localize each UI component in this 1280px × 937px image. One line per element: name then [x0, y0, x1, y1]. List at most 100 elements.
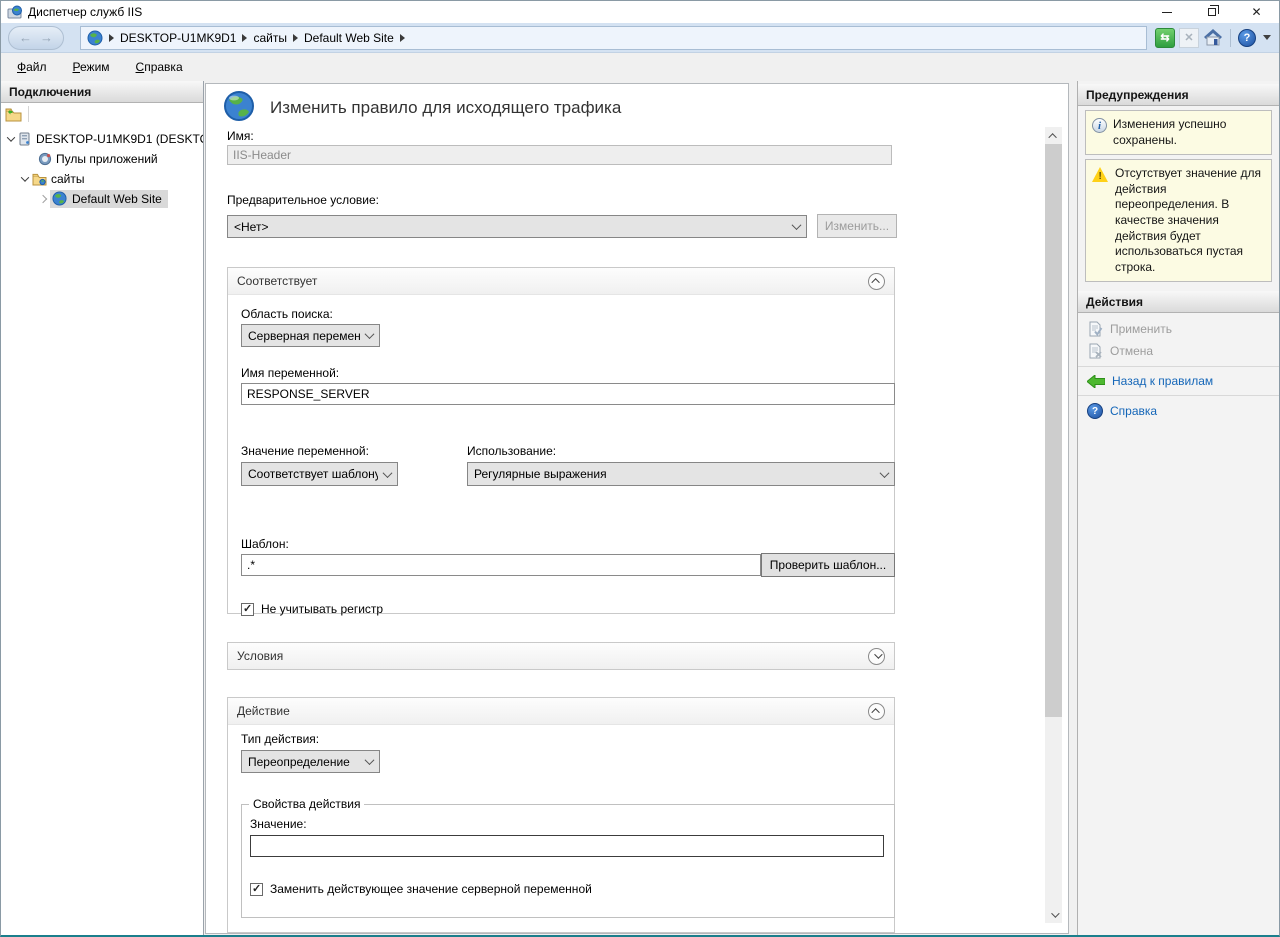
apply-action: Применить	[1078, 318, 1279, 340]
home-button[interactable]	[1203, 28, 1223, 48]
pattern-input[interactable]	[241, 554, 761, 576]
save-connections-icon[interactable]	[5, 107, 22, 122]
chevron-up-icon	[871, 278, 879, 286]
match-section: Соответствует Область поиска: Серверная …	[227, 267, 895, 614]
stop-button[interactable]: ✕	[1179, 28, 1199, 48]
back-arrow-icon	[1087, 375, 1105, 388]
chevron-down-icon	[880, 468, 890, 478]
page-title: Изменить правило для исходящего трафика	[270, 98, 621, 118]
vertical-scrollbar[interactable]	[1045, 127, 1062, 923]
refresh-button[interactable]: ⇆	[1155, 28, 1175, 48]
close-button[interactable]: ✕	[1234, 1, 1279, 23]
replace-value-checkbox[interactable]	[250, 883, 263, 896]
help-action[interactable]: ? Справка	[1078, 400, 1279, 422]
minimize-icon	[1162, 12, 1172, 13]
info-alert: i Изменения успешно сохранены.	[1085, 110, 1272, 155]
action-properties-group: Свойства действия Значение: Заменить дей…	[241, 804, 895, 918]
address-bar[interactable]: DESKTOP-U1MK9D1 сайты Default Web Site	[80, 26, 1147, 50]
cancel-action: Отмена	[1078, 340, 1279, 362]
chevron-down-icon	[365, 755, 375, 765]
ignore-case-checkbox[interactable]	[241, 603, 254, 616]
variable-name-label: Имя переменной:	[241, 366, 339, 380]
breadcrumb-server[interactable]: DESKTOP-U1MK9D1	[120, 31, 236, 45]
breadcrumb-sites[interactable]: сайты	[253, 31, 287, 45]
actions-header: Действия	[1078, 291, 1279, 313]
action-section-header[interactable]: Действие	[228, 698, 894, 725]
toolbar-separator	[28, 106, 29, 122]
action-type-label: Тип действия:	[241, 732, 319, 746]
menu-bar: Файл Режим Справка	[1, 53, 1279, 81]
scrollbar-thumb[interactable]	[1045, 144, 1062, 717]
tree-item-label: Default Web Site	[72, 192, 162, 206]
tree-item-label: Пулы приложений	[56, 152, 158, 166]
conditions-section-header[interactable]: Условия	[228, 643, 894, 669]
connections-toolbar	[1, 103, 203, 125]
actions-separator	[1078, 395, 1279, 396]
chevron-up-icon	[871, 708, 879, 716]
forward-button[interactable]: →	[40, 31, 53, 44]
test-pattern-button[interactable]: Проверить шаблон...	[761, 553, 895, 577]
menu-file[interactable]: Файл	[17, 60, 47, 74]
restore-button[interactable]	[1189, 1, 1234, 23]
actions-separator	[1078, 366, 1279, 367]
breadcrumb-default-web-site[interactable]: Default Web Site	[304, 31, 394, 45]
edit-outbound-rule-panel: Изменить правило для исходящего трафика …	[205, 83, 1069, 934]
title-bar[interactable]: Диспетчер служб IIS ✕	[1, 1, 1279, 23]
expand-toggle-button[interactable]	[868, 648, 885, 665]
expander-open-icon[interactable]	[7, 133, 15, 141]
apply-icon	[1087, 321, 1103, 337]
expander-closed-icon[interactable]	[39, 195, 47, 203]
breadcrumb-arrow-icon[interactable]	[241, 34, 248, 42]
tree-item-default-web-site[interactable]: Default Web Site	[1, 189, 203, 209]
replace-value-row: Заменить действующее значение серверной …	[250, 882, 592, 896]
action-type-select[interactable]: Переопределение	[241, 750, 380, 773]
collapse-toggle-button[interactable]	[868, 273, 885, 290]
action-section: Действие Тип действия: Переопределение С…	[227, 697, 895, 933]
action-label: Отмена	[1110, 344, 1153, 358]
actions-list: Применить Отмена Назад к правилам	[1078, 313, 1279, 422]
sites-folder-icon	[32, 173, 47, 186]
tree-item-sites[interactable]: сайты	[1, 169, 203, 189]
selected-tree-item[interactable]: Default Web Site	[50, 190, 168, 208]
alerts-header: Предупреждения	[1078, 84, 1279, 106]
action-label: Назад к правилам	[1112, 374, 1213, 388]
window-title: Диспетчер служб IIS	[28, 5, 142, 19]
globe-icon	[87, 30, 103, 46]
conditions-section: Условия	[227, 642, 895, 670]
breadcrumb-arrow-icon[interactable]	[292, 34, 299, 42]
rule-name-input	[227, 145, 892, 165]
help-dropdown-icon[interactable]	[1263, 35, 1271, 40]
connections-header: Подключения	[1, 81, 203, 103]
restore-icon	[1208, 8, 1216, 16]
expander-open-icon[interactable]	[21, 173, 29, 181]
scope-select[interactable]: Серверная переменная	[241, 324, 380, 347]
variable-value-select[interactable]: Соответствует шаблону	[241, 462, 398, 486]
nav-toolbar: ⇆ ✕ ?	[1155, 28, 1271, 48]
connections-tree: DESKTOP-U1MK9D1 (DESKTOP Пулы приложений…	[1, 125, 203, 209]
action-label: Справка	[1110, 404, 1157, 418]
menu-view[interactable]: Режим	[73, 60, 110, 74]
breadcrumb-arrow-icon[interactable]	[399, 34, 406, 42]
precondition-select[interactable]: <Нет>	[227, 215, 807, 238]
action-value-input[interactable]	[250, 835, 884, 857]
ignore-case-label: Не учитывать регистр	[261, 602, 383, 616]
action-value-label: Значение:	[250, 817, 307, 831]
scroll-up-button[interactable]	[1045, 127, 1062, 144]
chevron-down-icon	[365, 329, 375, 339]
name-label: Имя:	[227, 129, 254, 143]
variable-name-input[interactable]	[241, 383, 895, 405]
tree-item-app-pools[interactable]: Пулы приложений	[1, 149, 203, 169]
back-to-rules-action[interactable]: Назад к правилам	[1078, 371, 1279, 391]
scroll-down-button[interactable]	[1045, 906, 1062, 923]
using-select[interactable]: Регулярные выражения	[467, 462, 895, 486]
precondition-label: Предварительное условие:	[227, 193, 379, 207]
menu-help[interactable]: Справка	[136, 60, 183, 74]
collapse-toggle-button[interactable]	[868, 703, 885, 720]
help-icon: ?	[1087, 403, 1103, 419]
edit-precondition-button: Изменить...	[817, 214, 897, 238]
help-button[interactable]: ?	[1238, 29, 1256, 47]
match-section-header[interactable]: Соответствует	[228, 268, 894, 295]
minimize-button[interactable]	[1144, 1, 1189, 23]
tree-item-server[interactable]: DESKTOP-U1MK9D1 (DESKTOP	[1, 129, 203, 149]
back-button[interactable]: ←	[19, 31, 32, 44]
